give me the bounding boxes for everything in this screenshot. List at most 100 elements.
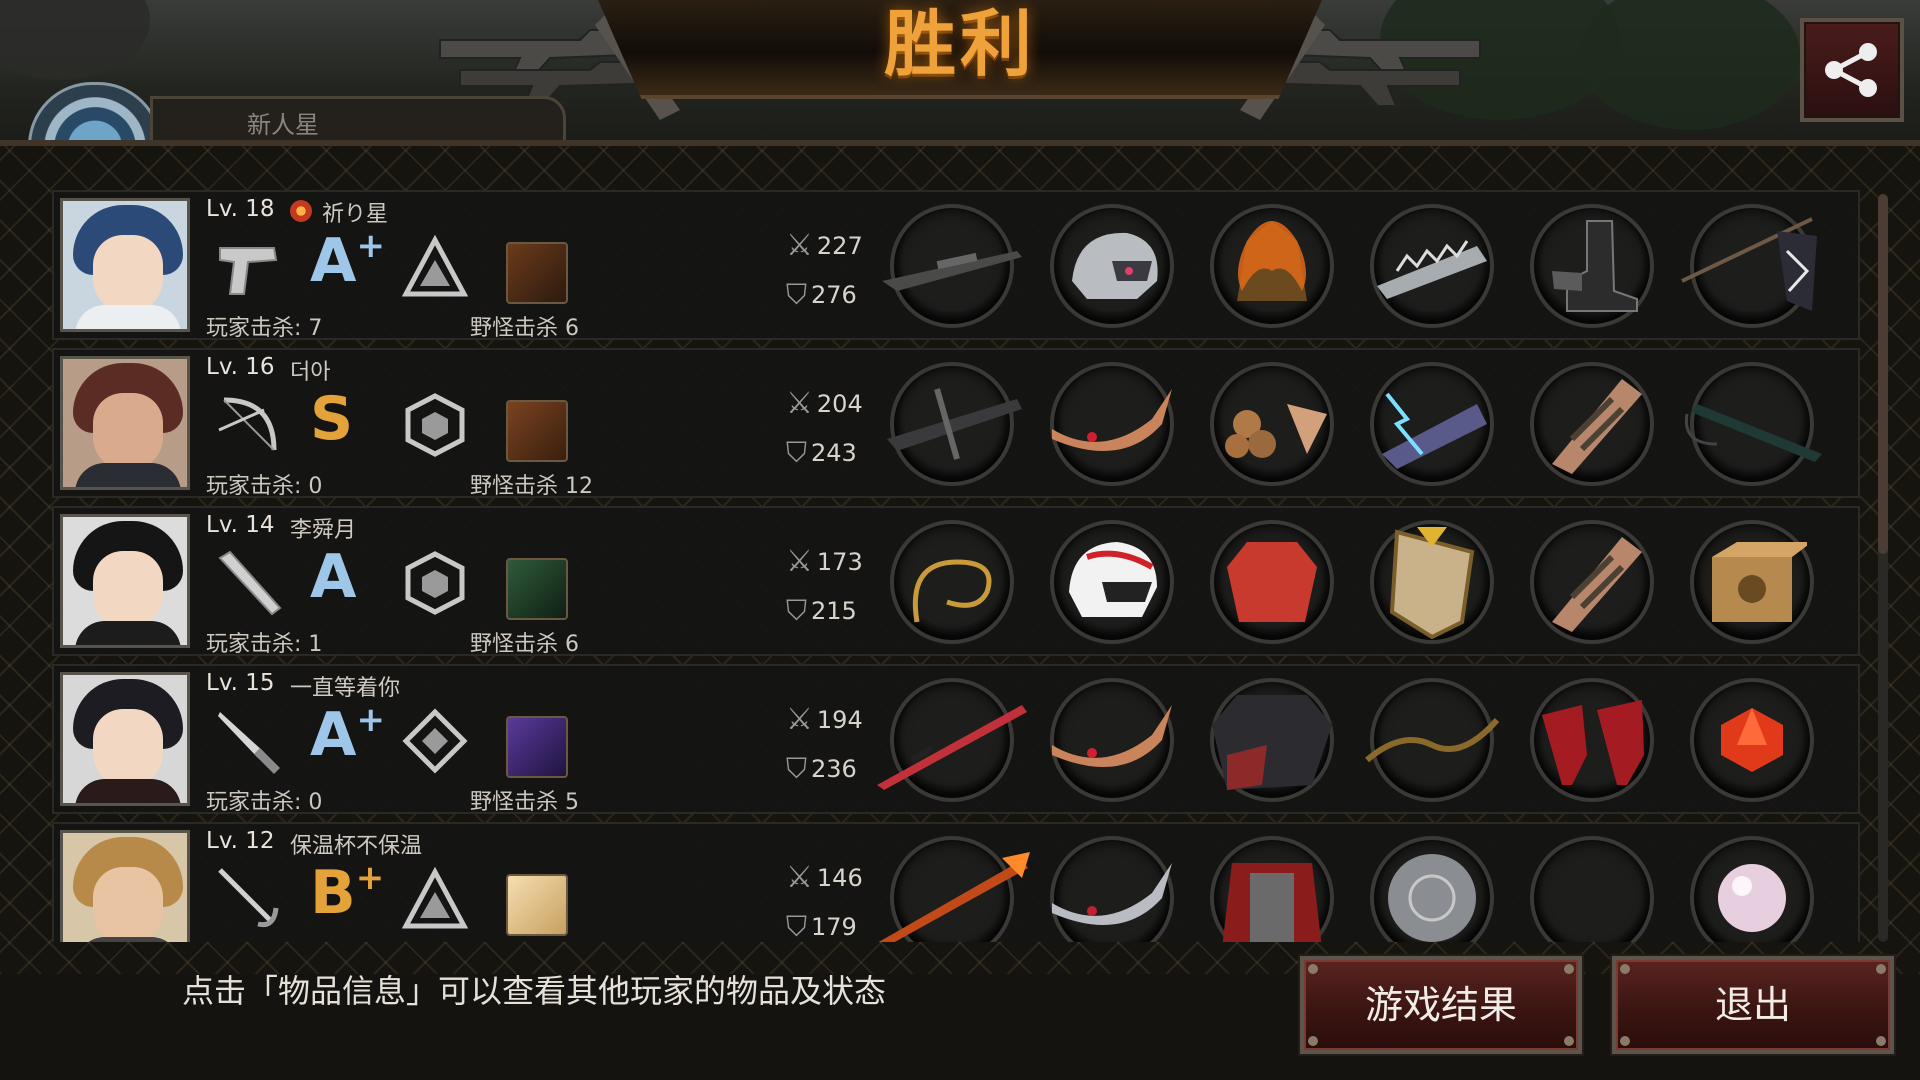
rapier-icon bbox=[218, 868, 279, 928]
triangle-icon bbox=[402, 234, 468, 297]
exit-button[interactable]: 退出 bbox=[1612, 956, 1894, 1054]
grade-plus: + bbox=[355, 858, 385, 898]
item-slot-weapon[interactable] bbox=[877, 678, 1027, 802]
player-results-list[interactable]: Lv. 18 祈り星 A+ 玩家击杀: 7 野怪击杀 6 ⚔ 227 ⛉ 276 L… bbox=[52, 190, 1860, 942]
defense-stat: ⛉ 215 bbox=[786, 594, 857, 628]
grade-badge: B+ bbox=[310, 858, 384, 928]
item-slot-leg[interactable] bbox=[1530, 520, 1654, 644]
red-heels-icon bbox=[1542, 700, 1644, 785]
attack-value: 194 bbox=[816, 705, 863, 734]
player-row[interactable]: Lv. 16 더아 S 玩家击杀: 0 野怪击杀 12 ⚔ 204 ⛉ 243 bbox=[52, 348, 1860, 499]
monster-kills: 野怪击杀 6 bbox=[470, 632, 579, 657]
grade-letter: A bbox=[310, 226, 357, 296]
arm-guard-icon bbox=[1552, 379, 1642, 474]
thorn-vine-icon bbox=[1365, 718, 1500, 763]
item-slot-accessory[interactable] bbox=[1690, 520, 1814, 644]
pistol-icon bbox=[219, 247, 278, 295]
player-avatar bbox=[60, 672, 190, 806]
rivet bbox=[1876, 964, 1886, 974]
hexagon-cube-icon bbox=[405, 393, 465, 457]
item-slot-head[interactable] bbox=[1050, 520, 1174, 644]
item-slot-chest[interactable] bbox=[1210, 204, 1334, 328]
player-row[interactable]: Lv. 14 李舜月 A 玩家击杀: 1 野怪击杀 6 ⚔ 173 ⛉ 215 bbox=[52, 506, 1860, 657]
crossed-swords-icon: ⚔ bbox=[786, 702, 813, 737]
crossed-swords-icon: ⚔ bbox=[786, 544, 813, 579]
bread-icon bbox=[506, 874, 568, 936]
grape-armor-icon bbox=[1225, 404, 1327, 458]
grade-badge: S bbox=[310, 384, 353, 454]
diamond-cross-icon bbox=[402, 708, 468, 774]
item-slot-chest[interactable] bbox=[1210, 836, 1334, 942]
player-kills: 玩家击杀: 0 bbox=[206, 474, 323, 499]
attack-value: 146 bbox=[816, 863, 863, 892]
player-row[interactable]: Lv. 18 祈り星 A+ 玩家击杀: 7 野怪击杀 6 ⚔ 227 ⛉ 276 bbox=[52, 190, 1860, 341]
grade-letter: A bbox=[310, 542, 357, 612]
soldier-portrait-icon bbox=[506, 558, 568, 620]
crossbow-icon bbox=[887, 388, 1022, 460]
player-level: Lv. 14 bbox=[206, 512, 275, 538]
rivet bbox=[1308, 1036, 1318, 1046]
defense-stat: ⛉ 179 bbox=[786, 910, 857, 942]
player-kills: 玩家击杀: 7 bbox=[206, 316, 323, 341]
spiked-bracer-icon bbox=[1377, 240, 1487, 299]
player-level: Lv. 18 bbox=[206, 196, 275, 222]
shield-icon: ⛉ bbox=[786, 594, 808, 627]
grade-plus: + bbox=[356, 700, 385, 740]
item-slot-accessory[interactable] bbox=[1684, 362, 1822, 486]
item-slot-arm[interactable] bbox=[1365, 678, 1500, 802]
flame-spear-icon bbox=[878, 852, 1030, 942]
winged-tiara-icon bbox=[1052, 705, 1172, 767]
item-slot-chest[interactable] bbox=[1210, 520, 1334, 644]
pearl-icon bbox=[1718, 864, 1786, 932]
item-slot-chest[interactable] bbox=[1210, 678, 1334, 802]
triangle-icon bbox=[402, 866, 468, 929]
game-result-button[interactable]: 游戏结果 bbox=[1300, 956, 1582, 1054]
rivet bbox=[1876, 1036, 1886, 1046]
item-slot-head[interactable] bbox=[1050, 204, 1174, 328]
item-slot-leg-empty[interactable] bbox=[1530, 836, 1654, 942]
purple-beast-icon bbox=[506, 716, 568, 778]
item-slot-weapon[interactable] bbox=[882, 204, 1022, 328]
item-slot-weapon[interactable] bbox=[878, 836, 1030, 942]
item-slot-accessory[interactable] bbox=[1681, 204, 1817, 328]
item-slot-head[interactable] bbox=[1050, 362, 1174, 486]
crossed-swords-icon: ⚔ bbox=[786, 860, 813, 895]
defense-stat: ⛉ 276 bbox=[786, 278, 857, 312]
sniper-rifle-icon bbox=[882, 251, 1022, 291]
item-slot-head[interactable] bbox=[1050, 836, 1174, 942]
lightning-gauntlet-icon bbox=[1382, 392, 1487, 469]
item-slot-weapon[interactable] bbox=[887, 362, 1022, 486]
defense-stat: ⛉ 236 bbox=[786, 752, 857, 786]
item-slot-leg[interactable] bbox=[1530, 204, 1654, 328]
winged-tiara-icon bbox=[1052, 389, 1172, 451]
player-level: Lv. 15 bbox=[206, 670, 275, 696]
item-slot-arm[interactable] bbox=[1370, 204, 1494, 328]
hexagon-cube-icon bbox=[405, 551, 465, 615]
own-player-banner: 新人星 bbox=[150, 96, 566, 146]
player-name: 더아 bbox=[290, 360, 331, 385]
item-slot-weapon[interactable] bbox=[890, 520, 1014, 644]
attack-stat: ⚔ 173 bbox=[786, 544, 863, 579]
scrollbar-thumb[interactable] bbox=[1878, 194, 1888, 554]
list-scrollbar[interactable] bbox=[1878, 194, 1888, 942]
game-result-label: 游戏结果 bbox=[1364, 983, 1517, 1027]
crossed-swords-icon: ⚔ bbox=[786, 228, 813, 263]
player-name: 保温杯不保温 bbox=[290, 834, 423, 859]
item-slot-arm[interactable] bbox=[1370, 520, 1494, 644]
item-slot-accessory[interactable] bbox=[1690, 836, 1814, 942]
motorcycle-helmet-icon bbox=[1072, 232, 1158, 299]
player-avatar bbox=[60, 830, 190, 942]
item-slot-leg[interactable] bbox=[1530, 678, 1654, 802]
player-row[interactable]: Lv. 15 一直等着你 A+ 玩家击杀: 0 野怪击杀 5 ⚔ 194 ⛉ 236 bbox=[52, 664, 1860, 815]
item-slot-arm[interactable] bbox=[1370, 362, 1494, 486]
rivet bbox=[1564, 1036, 1574, 1046]
item-slot-head[interactable] bbox=[1050, 678, 1174, 802]
item-slot-chest[interactable] bbox=[1210, 362, 1334, 486]
item-slot-leg[interactable] bbox=[1530, 362, 1654, 486]
share-button[interactable] bbox=[1800, 18, 1904, 122]
player-row[interactable]: Lv. 12 保温杯不保温 B+ ⚔ 146 ⛉ 179 bbox=[52, 822, 1860, 942]
item-slot-accessory[interactable] bbox=[1690, 678, 1814, 802]
ornate-shield-icon bbox=[1389, 527, 1475, 640]
item-slot-arm[interactable] bbox=[1370, 836, 1494, 942]
steel-disc-icon bbox=[1388, 854, 1476, 942]
